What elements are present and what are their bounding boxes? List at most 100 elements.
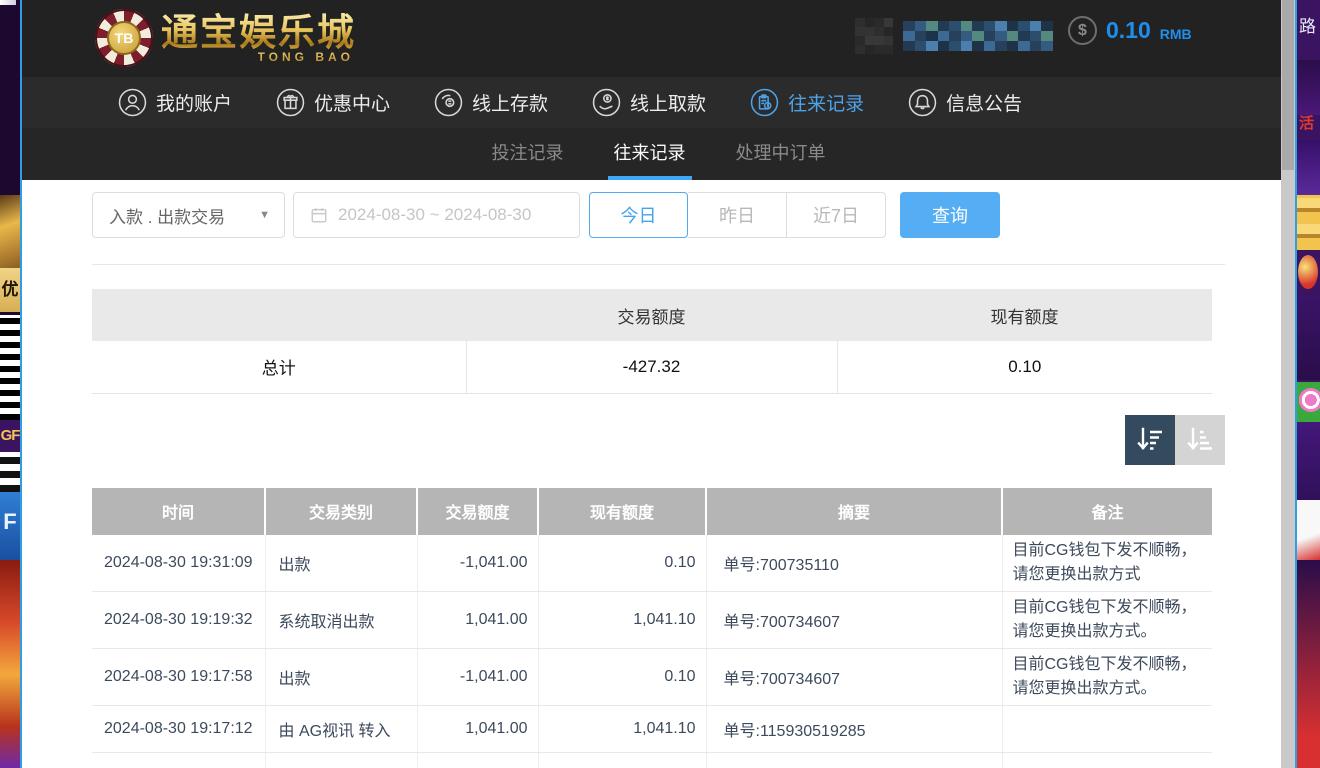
sort-ascending-button[interactable] xyxy=(1175,415,1225,465)
avatar xyxy=(855,18,893,54)
cell-amount: 1,041.00 xyxy=(417,705,538,752)
brand-logo: TB 通宝娱乐城 TONG BAO xyxy=(95,9,356,67)
page: 优 GF F 路 活 TB 通宝娱乐城 TONG xyxy=(0,0,1320,768)
cell-summary: 单号:700734607 xyxy=(706,648,1002,705)
balance-amount: 0.10 xyxy=(1106,17,1151,44)
cell-type: 系统取消出款 xyxy=(265,591,417,648)
username-redacted xyxy=(855,18,1053,54)
tab-pending-orders[interactable]: 处理中订单 xyxy=(730,128,832,180)
nav-item-promotions[interactable]: 优惠中心 xyxy=(276,88,390,117)
nav-item-deposit[interactable]: 线上存款 xyxy=(434,88,548,117)
account-modal: TB 通宝娱乐城 TONG BAO $ 0.10 RMB 我的账户 xyxy=(20,0,1297,768)
background-art xyxy=(1297,140,1320,195)
yesterday-button[interactable]: 昨日 xyxy=(688,192,787,238)
summary-total-label: 总计 xyxy=(92,341,466,393)
summary-header-current-balance: 现有额度 xyxy=(837,289,1212,341)
background-art xyxy=(1297,60,1320,115)
wallet-balance: $ 0.10 RMB xyxy=(1068,16,1192,45)
nav-label: 优惠中心 xyxy=(314,89,390,116)
tab-transaction-records[interactable]: 往来记录 xyxy=(608,128,692,180)
chip-monogram: TB xyxy=(107,21,141,55)
summary-current-balance: 0.10 xyxy=(837,341,1212,393)
summary-header-row: 交易额度 现有额度 xyxy=(92,289,1212,341)
background-art xyxy=(1297,295,1320,380)
today-button[interactable]: 今日 xyxy=(589,192,688,238)
summary-total-row: 总计 -427.32 0.10 xyxy=(92,341,1212,393)
background-ball-art xyxy=(1298,255,1318,289)
nav-label: 信息公告 xyxy=(946,89,1022,116)
qr-code xyxy=(0,452,20,492)
scrollbar-thumb[interactable] xyxy=(1282,0,1294,170)
background-candy-art xyxy=(1297,382,1320,422)
cell-summary: 单号:700734607 xyxy=(706,591,1002,648)
cell-amount: -1,041.00 xyxy=(417,648,538,705)
cell-amount: 1,041.00 xyxy=(417,591,538,648)
deposit-icon xyxy=(434,88,463,117)
withdraw-icon xyxy=(592,88,621,117)
record-tabs: 投注记录 往来记录 处理中订单 xyxy=(22,128,1295,180)
divider xyxy=(92,264,1225,265)
date-range-input[interactable]: 2024-08-30 ~ 2024-08-30 xyxy=(293,192,580,238)
nav-label: 往来记录 xyxy=(788,89,864,116)
nav-item-withdraw[interactable]: 线上取款 xyxy=(592,88,706,117)
qr-code xyxy=(0,315,20,420)
cell-summary: 单号:700735110 xyxy=(706,535,1002,592)
records-icon xyxy=(750,88,779,117)
nav-label: 线上取款 xyxy=(630,89,706,116)
cell-type: 转出 至 AG视讯 xyxy=(265,752,417,768)
nav-label: 线上存款 xyxy=(472,89,548,116)
background-slot-art xyxy=(0,560,20,768)
col-header-remark: 备注 xyxy=(1002,488,1212,535)
cell-balance: 1,041.10 xyxy=(538,591,706,648)
table-header-row: 时间 交易类别 交易额度 现有额度 摘要 备注 xyxy=(92,488,1212,535)
cell-balance: 0.10 xyxy=(538,648,706,705)
background-text: 活 xyxy=(1299,112,1314,133)
background-coin-art xyxy=(0,195,20,270)
background-dice-art xyxy=(1297,500,1320,560)
summary-header-transaction-amount: 交易额度 xyxy=(466,289,837,341)
summary-table: 交易额度 现有额度 总计 -427.32 0.10 xyxy=(92,289,1212,394)
date-range-value: 2024-08-30 ~ 2024-08-30 xyxy=(338,205,531,225)
username-pixelated xyxy=(903,21,1053,51)
user-icon xyxy=(118,88,147,117)
nav-item-transaction-records[interactable]: 往来记录 xyxy=(750,88,864,117)
cell-time: 2024-08-30 19:17:58 xyxy=(92,648,265,705)
summary-header-empty xyxy=(92,289,466,341)
cell-time: 2024-08-30 19:19:32 xyxy=(92,591,265,648)
nav-label: 我的账户 xyxy=(156,89,232,116)
sort-descending-icon xyxy=(1135,427,1165,453)
chevron-down-icon: ▼ xyxy=(259,209,270,221)
search-button[interactable]: 查询 xyxy=(900,192,1000,238)
background-letter-art: F xyxy=(0,492,20,560)
main-navigation: 我的账户 优惠中心 线上存款 线上取款 往来记录 信息公告 xyxy=(22,77,1295,128)
calendar-icon xyxy=(310,206,328,224)
cell-remark: 目前CG钱包下发不顺畅，请您更换出款方式 xyxy=(1002,535,1212,592)
col-header-type: 交易类别 xyxy=(265,488,417,535)
tab-betting-records[interactable]: 投注记录 xyxy=(486,128,570,180)
select-value: 入款 . 出款交易 xyxy=(109,203,225,228)
sort-descending-button[interactable] xyxy=(1125,415,1175,465)
background-art xyxy=(1297,422,1320,500)
cell-summary: 单号:115930519285 xyxy=(706,705,1002,752)
dollar-icon: $ xyxy=(1068,16,1097,45)
background-gold-art xyxy=(1297,195,1320,250)
col-header-summary: 摘要 xyxy=(706,488,1002,535)
background-page-right-strip: 路 活 xyxy=(1297,0,1320,768)
vertical-scrollbar[interactable] xyxy=(1281,0,1295,768)
nav-item-announcements[interactable]: 信息公告 xyxy=(908,88,1022,117)
table-row: 2024-08-30 19:10:45 转出 至 AG视讯 -965.00 0.… xyxy=(92,752,1212,768)
cell-balance: 0.10 xyxy=(538,752,706,768)
cell-amount: -965.00 xyxy=(417,752,538,768)
brand-name: 通宝娱乐城 xyxy=(161,9,356,55)
col-header-time: 时间 xyxy=(92,488,265,535)
nav-item-my-account[interactable]: 我的账户 xyxy=(118,88,232,117)
cell-balance: 1,041.10 xyxy=(538,705,706,752)
last-7-days-button[interactable]: 近7日 xyxy=(787,192,886,238)
cell-balance: 0.10 xyxy=(538,535,706,592)
col-header-amount: 交易额度 xyxy=(417,488,538,535)
background-white-edge xyxy=(0,0,16,5)
transaction-type-select[interactable]: 入款 . 出款交易 ▼ xyxy=(92,192,285,238)
table-row: 2024-08-30 19:31:09 出款 -1,041.00 0.10 单号… xyxy=(92,535,1212,592)
gift-icon xyxy=(276,88,305,117)
cell-time: 2024-08-30 19:10:45 xyxy=(92,752,265,768)
